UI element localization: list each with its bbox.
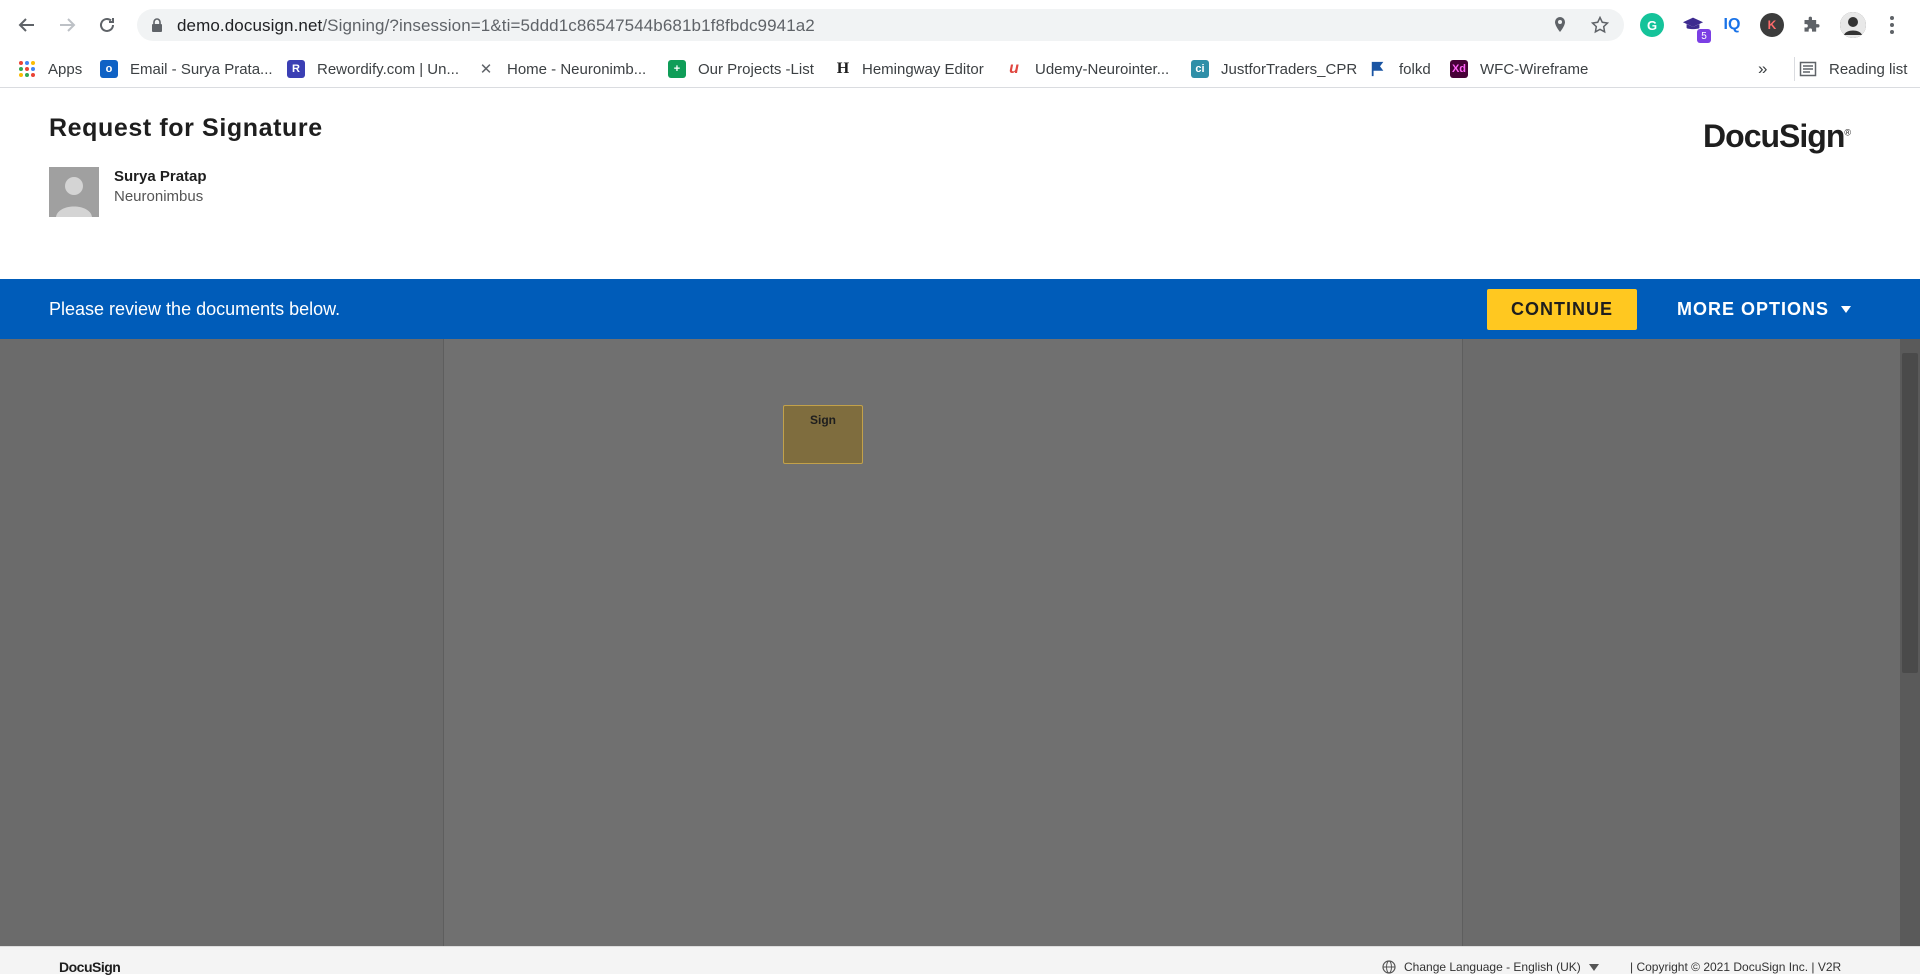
- document-viewport[interactable]: Sign: [0, 339, 1920, 946]
- document-page: [443, 339, 1463, 946]
- bookmark-wfc-wireframe[interactable]: Xd WFC-Wireframe: [1450, 50, 1588, 88]
- bookmark-label: Apps: [48, 60, 83, 78]
- page-footer: DocuSign Change Language - English (UK) …: [0, 946, 1920, 975]
- change-language-dropdown[interactable]: Change Language - English (UK): [1382, 960, 1599, 974]
- bookmark-label: Our Projects -List: [698, 60, 814, 78]
- ci-icon: ci: [1191, 60, 1209, 78]
- bookmarks-bar: Apps o Email - Surya Prata... R Rewordif…: [0, 50, 1920, 88]
- bookmark-label: WFC-Wireframe: [1480, 60, 1589, 78]
- continue-button[interactable]: CONTINUE: [1487, 289, 1637, 330]
- forward-arrow-icon: [60, 18, 76, 32]
- chrome-menu-icon[interactable]: [1880, 13, 1904, 37]
- reading-list-label: Reading list: [1829, 60, 1908, 78]
- back-button[interactable]: [12, 10, 42, 40]
- caret-down-icon: [1841, 306, 1852, 313]
- scrollbar-thumb[interactable]: [1902, 353, 1918, 673]
- browser-toolbar: demo.docusign.net/Signing/?insession=1&t…: [0, 0, 1920, 50]
- location-pin-icon[interactable]: [1551, 16, 1569, 34]
- overflow-chevron-icon: »: [1758, 59, 1768, 78]
- url-host: demo.docusign.net: [177, 16, 323, 35]
- sign-tab-label: Sign: [810, 413, 836, 427]
- more-options-button[interactable]: MORE OPTIONS: [1677, 289, 1852, 330]
- bookmark-our-projects[interactable]: + Our Projects -List: [668, 50, 814, 88]
- tools-icon: ✕: [479, 61, 493, 78]
- outlook-icon: o: [100, 60, 118, 78]
- grammarly-icon[interactable]: G: [1640, 13, 1664, 37]
- iq-label: IQ: [1723, 16, 1741, 33]
- profile-silhouette-icon: [1840, 12, 1866, 38]
- rewordify-icon: R: [287, 60, 305, 78]
- reload-icon: [100, 17, 114, 32]
- udemy-icon: u: [1009, 60, 1019, 77]
- more-options-label: MORE OPTIONS: [1677, 299, 1830, 319]
- iq-extension-icon[interactable]: IQ: [1720, 13, 1744, 37]
- bookmark-label: JustforTraders_CPR: [1221, 60, 1358, 78]
- action-bar: Please review the documents below. CONTI…: [0, 279, 1920, 339]
- bookmark-hemingway[interactable]: H Hemingway Editor: [834, 50, 984, 88]
- url-path: /Signing/?insession=1&ti=5ddd1c86547544b…: [322, 16, 815, 35]
- bookmark-apps[interactable]: Apps: [18, 50, 82, 88]
- url-text: demo.docusign.net/Signing/?insession=1&t…: [177, 16, 815, 36]
- grammarly-label: G: [1646, 17, 1658, 33]
- footer-docusign-logo: DocuSign: [59, 959, 121, 975]
- reload-button[interactable]: [92, 10, 122, 40]
- copyright-text: | Copyright © 2021 DocuSign Inc. | V2R: [1630, 960, 1842, 974]
- reading-list-button[interactable]: Reading list: [1794, 57, 1907, 81]
- person-silhouette-icon: [49, 167, 99, 217]
- bookmark-rewordify[interactable]: R Rewordify.com | Un...: [287, 50, 459, 88]
- bookmark-home-neuronimbus[interactable]: ✕ Home - Neuronimb...: [477, 50, 647, 88]
- address-bar[interactable]: demo.docusign.net/Signing/?insession=1&t…: [137, 9, 1624, 41]
- sign-here-tab[interactable]: Sign: [783, 405, 863, 464]
- sender-organization: Neuronimbus: [114, 188, 204, 205]
- globe-icon: [1382, 960, 1396, 974]
- bookmark-label: Rewordify.com | Un...: [317, 60, 459, 78]
- profile-avatar-icon[interactable]: [1840, 12, 1866, 38]
- language-label: Change Language - English (UK): [1404, 960, 1581, 974]
- xd-icon: Xd: [1450, 60, 1468, 78]
- vertical-scrollbar[interactable]: [1900, 339, 1920, 946]
- graduation-cap-icon[interactable]: 5: [1681, 13, 1711, 43]
- bookmark-label: Udemy-Neurointer...: [1035, 60, 1170, 78]
- bookmark-email[interactable]: o Email - Surya Prata...: [100, 50, 273, 88]
- browser-chrome: demo.docusign.net/Signing/?insession=1&t…: [0, 0, 1920, 88]
- bookmark-label: Hemingway Editor: [862, 60, 984, 78]
- extension-badge: 5: [1697, 29, 1711, 43]
- docusign-logo-text: DocuSign: [1703, 118, 1845, 154]
- back-arrow-icon: [18, 18, 34, 32]
- language-caret-icon: [1588, 963, 1599, 971]
- k-label: K: [1767, 18, 1777, 32]
- bookmark-label: Home - Neuronimb...: [507, 60, 647, 78]
- docusign-logo: DocuSign®: [1703, 118, 1851, 155]
- hemingway-icon: H: [836, 60, 850, 77]
- sender-avatar: [49, 167, 99, 217]
- bookmark-label: Email - Surya Prata...: [130, 60, 273, 78]
- forward-button[interactable]: [52, 10, 82, 40]
- bookmark-udemy[interactable]: u Udemy-Neurointer...: [1005, 50, 1169, 88]
- bookmark-justfortraders[interactable]: ci JustforTraders_CPR: [1191, 50, 1357, 88]
- kebab-dots-icon: [1890, 16, 1894, 34]
- page-title: Request for Signature: [49, 114, 323, 142]
- trademark-icon: ®: [1844, 127, 1851, 138]
- bookmark-star-icon[interactable]: [1591, 16, 1609, 34]
- puzzle-shape-icon: [1804, 16, 1820, 32]
- review-message: Please review the documents below.: [49, 299, 341, 319]
- apps-grid-icon: [19, 61, 35, 77]
- extensions-puzzle-icon[interactable]: [1800, 13, 1824, 37]
- reading-list-icon: [1799, 61, 1817, 77]
- lock-icon: [152, 18, 162, 32]
- bookmark-label: folkd: [1399, 60, 1431, 78]
- bookmarks-overflow-button[interactable]: »: [1758, 50, 1767, 88]
- bookmark-folkd[interactable]: folkd: [1369, 50, 1431, 88]
- sheets-icon: +: [668, 60, 686, 78]
- signing-header: Request for Signature Surya Pratap Neuro…: [0, 88, 1920, 279]
- k-extension-icon[interactable]: K: [1760, 13, 1784, 37]
- folkd-icon: [1369, 60, 1387, 78]
- sender-name: Surya Pratap: [114, 168, 207, 185]
